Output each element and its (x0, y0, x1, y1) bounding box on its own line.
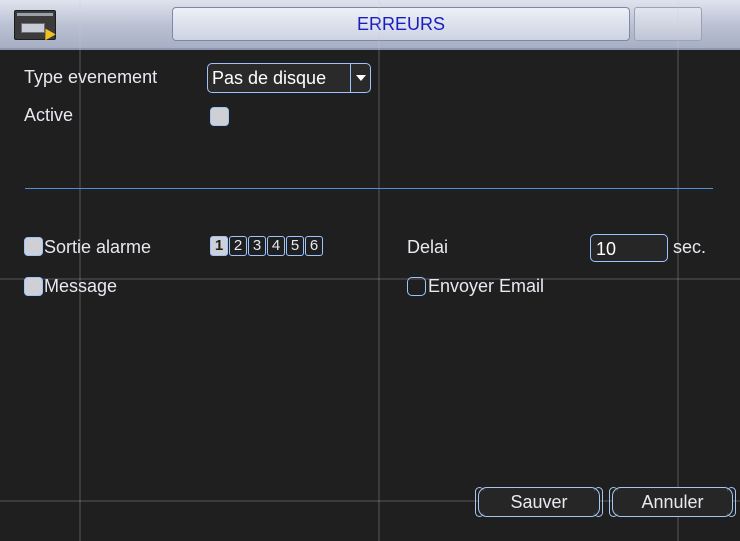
alarm-channel-5[interactable]: 5 (286, 236, 304, 256)
section-divider (25, 188, 713, 189)
alarm-channel-3[interactable]: 3 (248, 236, 266, 256)
window-title: ERREURS (172, 7, 630, 41)
grid-line (677, 0, 679, 541)
save-button[interactable]: Sauver (475, 487, 603, 517)
active-checkbox[interactable] (210, 107, 229, 126)
message-label: Message (44, 276, 118, 296)
title-bar: ERREURS (0, 0, 740, 50)
grid-line (378, 0, 380, 541)
message-checkbox[interactable] (24, 277, 43, 296)
delay-label: Delai (407, 237, 449, 257)
event-type-select[interactable]: Pas de disque (207, 63, 371, 93)
alarm-channel-6[interactable]: 6 (305, 236, 323, 256)
delay-value: 10 (596, 239, 617, 259)
alarm-channel-2[interactable]: 2 (229, 236, 247, 256)
alarm-output-checkbox[interactable] (24, 237, 43, 256)
event-type-label: Type evenement (24, 67, 158, 87)
alarm-output-label: Sortie alarme (44, 237, 152, 257)
active-label: Active (24, 105, 74, 125)
dvr-menu-icon[interactable] (14, 10, 56, 41)
chevron-down-icon[interactable] (350, 64, 370, 92)
alarm-channel-1[interactable]: 1 (210, 236, 228, 256)
delay-unit: sec. (673, 237, 707, 257)
title-bar-right-panel (634, 7, 702, 41)
delay-input[interactable]: 10 (590, 234, 668, 262)
cancel-button[interactable]: Annuler (609, 487, 736, 517)
event-type-value: Pas de disque (212, 68, 327, 88)
send-email-checkbox[interactable] (407, 277, 426, 296)
alarm-channel-4[interactable]: 4 (267, 236, 285, 256)
send-email-label: Envoyer Email (428, 276, 545, 296)
